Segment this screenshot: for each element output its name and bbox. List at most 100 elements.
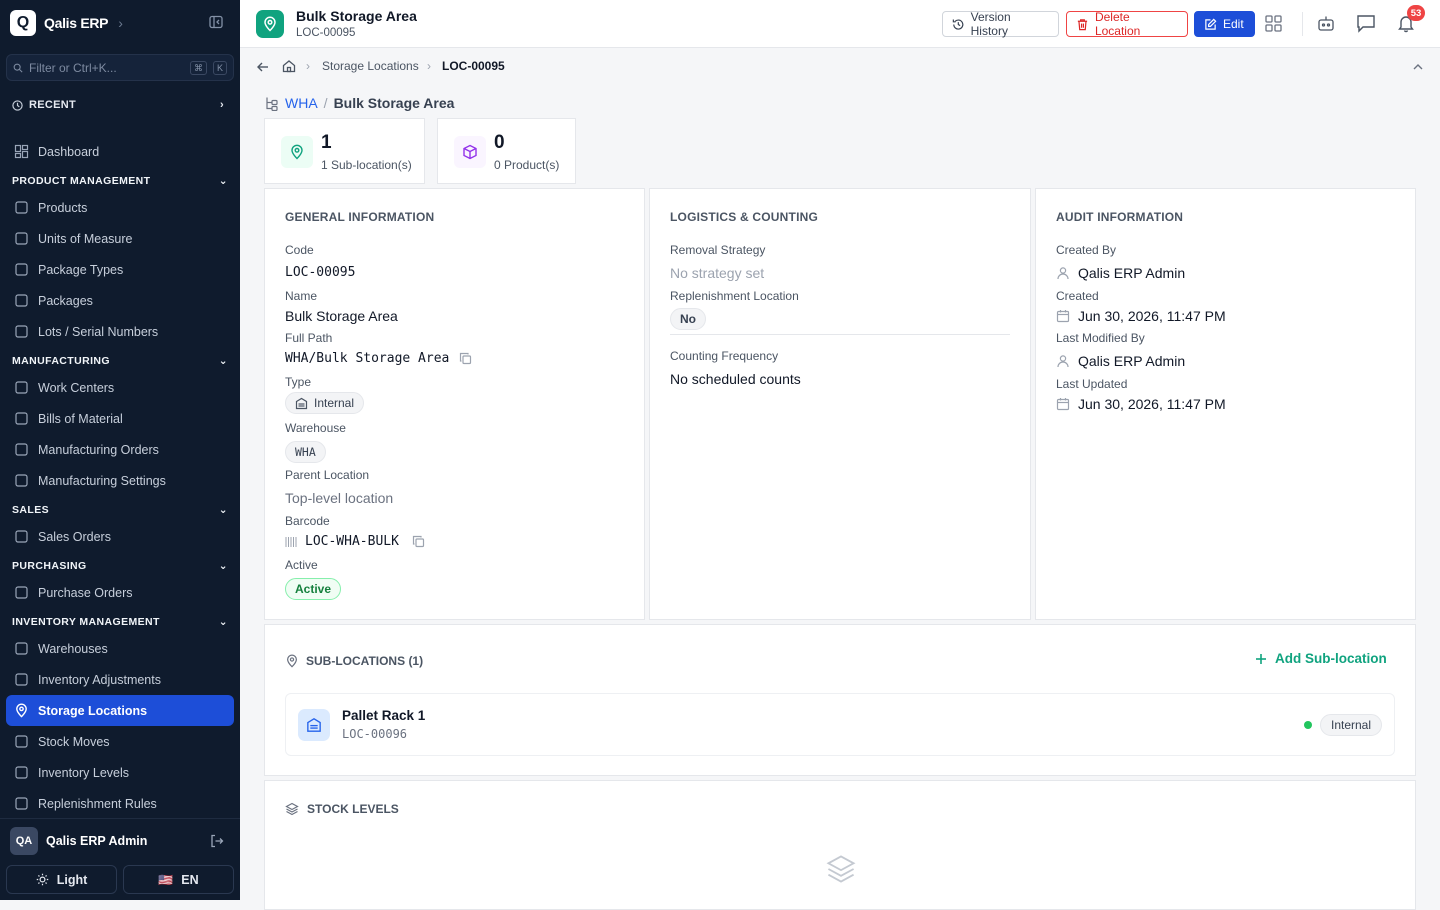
sidebar-item-manufacturing-orders[interactable]: Manufacturing Orders	[6, 434, 234, 465]
sidebar-item-label: Packages	[38, 293, 93, 308]
breadcrumb-separator: ›	[306, 59, 310, 73]
updated-value: Jun 30, 2026, 11:47 PM	[1078, 396, 1226, 412]
sidebar-section-header[interactable]: SALES ⌄	[6, 499, 234, 521]
breadcrumb: › Storage Locations › LOC-00095	[240, 48, 1440, 86]
sidebar-item-dashboard[interactable]: Dashboard	[6, 136, 234, 167]
nav-item-icon	[15, 735, 28, 748]
apps-grid-icon[interactable]	[1265, 15, 1282, 32]
nav-item-icon	[15, 474, 28, 487]
back-arrow-icon[interactable]	[256, 60, 270, 74]
sidebar-section-header[interactable]: MANUFACTURING ⌄	[6, 350, 234, 372]
sidebar-item-label: Package Types	[38, 262, 124, 277]
version-history-button[interactable]: Version History	[942, 10, 1059, 38]
location-pin-icon	[287, 654, 297, 668]
sidebar-item-packages[interactable]: Packages	[6, 285, 234, 316]
user-profile[interactable]: QA Qalis ERP Admin	[0, 818, 240, 862]
sub-locations-header: SUB-LOCATIONS (1)	[285, 654, 423, 668]
sidebar-item-label: Manufacturing Settings	[38, 473, 166, 488]
nav-item-icon	[15, 381, 28, 394]
sidebar-item-sales-orders[interactable]: Sales Orders	[6, 521, 234, 552]
box-icon	[454, 136, 486, 168]
sidebar-item-inventory-adjustments[interactable]: Inventory Adjustments	[6, 664, 234, 695]
card-heading: AUDIT INFORMATION	[1056, 210, 1184, 224]
sidebar-item-inventory-levels[interactable]: Inventory Levels	[6, 757, 234, 788]
app-logo: Q	[10, 10, 36, 36]
language-label: EN	[181, 872, 199, 887]
edit-button[interactable]: Edit	[1194, 11, 1255, 37]
filter-input[interactable]	[28, 60, 184, 75]
logistics-counting-card: LOGISTICS & COUNTING Removal Strategy No…	[649, 188, 1031, 620]
sidebar-filter[interactable]: ⌘ K	[6, 54, 234, 81]
code-value: LOC-00095	[285, 265, 356, 280]
removal-strategy-value: No strategy set	[670, 265, 765, 281]
barcode-row: LOC-WHA-BULK	[285, 534, 425, 549]
sidebar-item-package-types[interactable]: Package Types	[6, 254, 234, 285]
theme-toggle-button[interactable]: Light	[6, 865, 117, 894]
delete-location-button[interactable]: Delete Location	[1066, 10, 1188, 38]
user-icon	[1057, 355, 1069, 368]
sidebar-item-label: Stock Moves	[38, 734, 110, 749]
logout-icon[interactable]	[210, 834, 224, 848]
type-label: Type	[285, 375, 312, 389]
sublocation-type-badge: Internal	[1320, 714, 1383, 736]
edit-label: Edit	[1223, 17, 1244, 31]
sidebar-item-label: Sales Orders	[38, 529, 111, 544]
sidebar-item-storage-locations[interactable]: Storage Locations	[6, 695, 234, 726]
nav-item-icon	[15, 586, 28, 599]
brand[interactable]: Q Qalis ERP ›	[10, 10, 123, 36]
sidebar-section-header[interactable]: PURCHASING ⌄	[6, 555, 234, 577]
breadcrumb-storage-locations[interactable]: Storage Locations	[322, 59, 419, 73]
sidebar-item-warehouses[interactable]: Warehouses	[6, 633, 234, 664]
nav-item-icon	[15, 642, 28, 655]
path-warehouse-link[interactable]: WHA	[285, 95, 318, 111]
sidebar-item-units-of-measure[interactable]: Units of Measure	[6, 223, 234, 254]
products-label: 0 Product(s)	[494, 158, 560, 172]
breadcrumb-separator: ›	[427, 59, 431, 73]
warehouse-badge[interactable]: WHA	[285, 441, 326, 463]
breadcrumb-current: LOC-00095	[442, 59, 505, 73]
sidebar-item-work-centers[interactable]: Work Centers	[6, 372, 234, 403]
delete-label: Delete Location	[1094, 10, 1141, 38]
sidebar-item-stock-moves[interactable]: Stock Moves	[6, 726, 234, 757]
kbd-cmd: ⌘	[189, 60, 207, 75]
nav-item-icon	[15, 673, 28, 686]
theme-label: Light	[56, 872, 88, 887]
copy-icon[interactable]	[459, 352, 472, 365]
search-icon	[13, 63, 23, 73]
calendar-icon	[1056, 310, 1070, 323]
sidebar-item-label: Inventory Adjustments	[38, 672, 161, 687]
sidebar-item-purchase-orders[interactable]: Purchase Orders	[6, 577, 234, 608]
location-path: WHA / Bulk Storage Area	[264, 95, 454, 111]
nav-item-icon	[15, 201, 28, 214]
language-button[interactable]: 🇺🇸 EN	[123, 865, 234, 894]
sidebar-section-title: SALES	[12, 504, 50, 516]
add-sublocation-button[interactable]: Add Sub-location	[1255, 651, 1387, 666]
recent-label: RECENT	[29, 99, 77, 111]
nav-item-icon	[15, 294, 28, 307]
warehouse-icon	[295, 397, 308, 409]
replenishment-badge: No	[670, 308, 706, 330]
sidebar-item-bills-of-material[interactable]: Bills of Material	[6, 403, 234, 434]
path-location-name: Bulk Storage Area	[333, 95, 455, 111]
sidebar-item-replenishment-rules[interactable]: Replenishment Rules	[6, 788, 234, 819]
sublocations-count: 1	[321, 132, 332, 153]
list-item[interactable]: Pallet Rack 1 LOC-00096 Internal	[285, 693, 1395, 756]
sidebar-section-title: PRODUCT MANAGEMENT	[12, 175, 151, 187]
recent-section[interactable]: RECENT ›	[12, 99, 224, 111]
sidebar-item-products[interactable]: Products	[6, 192, 234, 223]
chat-icon[interactable]	[1356, 14, 1376, 33]
sidebar-section-header[interactable]: PRODUCT MANAGEMENT ⌄	[6, 170, 234, 192]
sidebar-item-label: Products	[38, 200, 88, 215]
sidebar-item-manufacturing-settings[interactable]: Manufacturing Settings	[6, 465, 234, 496]
layers-icon	[285, 802, 299, 816]
sidebar-section-header[interactable]: INVENTORY MANAGEMENT ⌄	[6, 611, 234, 633]
barcode-value: LOC-WHA-BULK	[305, 534, 399, 549]
sidebar-collapse-icon[interactable]	[209, 15, 223, 29]
path-separator: /	[323, 95, 328, 111]
copy-icon[interactable]	[412, 535, 425, 548]
chevron-up-icon[interactable]	[1412, 62, 1424, 72]
sidebar-item-lots-serial-numbers[interactable]: Lots / Serial Numbers	[6, 316, 234, 347]
bot-icon[interactable]	[1317, 15, 1335, 32]
home-icon[interactable]	[282, 59, 296, 73]
user-icon	[1057, 267, 1069, 280]
